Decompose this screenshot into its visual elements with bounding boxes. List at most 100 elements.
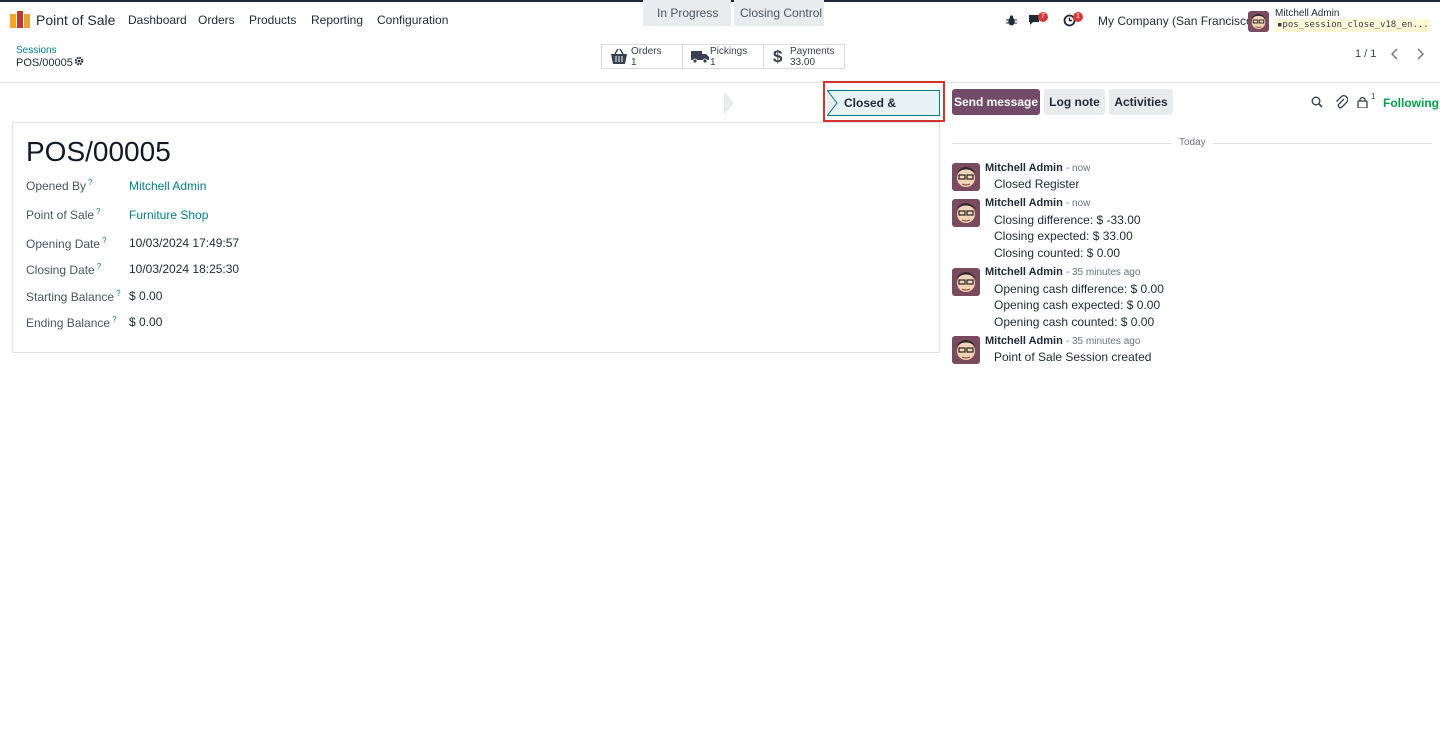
avatar-image [952, 336, 980, 364]
highlight-box [823, 81, 945, 122]
starting-balance-value: $ 0.00 [129, 289, 163, 303]
avatar-image [952, 163, 980, 191]
basket-icon [611, 48, 627, 64]
send-message-button[interactable]: Send message [952, 89, 1040, 115]
message-author[interactable]: Mitchell Admin - 35 minutes ago [985, 266, 1140, 278]
activities-button[interactable]: Activities [1109, 89, 1173, 115]
dollar-icon: $ [773, 47, 783, 66]
author-name[interactable]: Mitchell Admin [985, 335, 1063, 347]
menu-dashboard[interactable]: Dashboard [128, 13, 187, 27]
orders-smart-button[interactable]: Orders 1 [601, 44, 683, 69]
payments-amount: 33.00 [790, 57, 816, 68]
message-body-line: Opening cash counted: $ 0.00 [994, 315, 1155, 329]
form-sheet: POS/00005 Opened By? Mitchell Admin Poin… [12, 122, 940, 353]
user-name[interactable]: Mitchell Admin [1275, 8, 1339, 19]
session-title: POS/00005 [26, 136, 171, 167]
pickings-label: Pickings [710, 46, 748, 57]
log-note-button[interactable]: Log note [1044, 89, 1105, 115]
payments-label: Payments [790, 46, 835, 57]
message-avatar[interactable] [952, 163, 980, 191]
pickings-smart-button[interactable]: Pickings 1 [682, 44, 764, 69]
gear-icon[interactable] [74, 56, 84, 66]
payments-smart-button[interactable]: $ Payments 33.00 [763, 44, 845, 69]
ending-balance-label-text: Ending Balance [26, 316, 111, 330]
point-of-sale-label: Point of Sale? [26, 207, 101, 222]
starting-balance-label: Starting Balance? [26, 289, 121, 304]
point-of-sale-value[interactable]: Furniture Shop [129, 208, 208, 222]
orders-label: Orders [631, 46, 662, 57]
message-time: - 35 minutes ago [1065, 267, 1141, 278]
help-icon[interactable]: ? [116, 289, 120, 298]
message-body: Point of Sale Session created [994, 350, 1152, 364]
author-name[interactable]: Mitchell Admin [985, 197, 1063, 209]
opened-by-label: Opened By? [26, 178, 93, 193]
message-avatar[interactable] [952, 199, 980, 227]
closing-date-label-text: Closing Date [26, 263, 95, 277]
search-icon[interactable] [1311, 96, 1323, 108]
messages-badge: 7 [1038, 12, 1048, 22]
orders-count: 1 [631, 57, 637, 68]
starting-balance-label-text: Starting Balance [26, 290, 115, 304]
menu-products[interactable]: Products [249, 13, 296, 27]
opened-by-value[interactable]: Mitchell Admin [129, 179, 206, 193]
user-avatar[interactable] [1248, 11, 1269, 32]
message-body: Closed Register [994, 177, 1080, 191]
closing-date-label: Closing Date? [26, 262, 101, 277]
truck-icon [691, 51, 709, 64]
message-body-line: Closing counted: $ 0.00 [994, 246, 1121, 260]
help-icon[interactable]: ? [112, 315, 116, 324]
stage-closing-control[interactable]: Closing Control [734, 0, 824, 26]
message-author[interactable]: Mitchell Admin - now [985, 197, 1090, 209]
message-author[interactable]: Mitchell Admin - now [985, 162, 1090, 174]
stage-separator [724, 90, 736, 116]
opening-date-value: 10/03/2024 17:49:57 [129, 236, 240, 250]
breadcrumb-current: POS/00005 [16, 57, 73, 69]
pager-value[interactable]: 1 / 1 [1355, 48, 1376, 60]
date-separator: Today [1172, 137, 1213, 148]
message-avatar[interactable] [952, 336, 980, 364]
pos-app-icon[interactable] [10, 11, 30, 28]
help-icon[interactable]: ? [88, 178, 92, 187]
paperclip-icon[interactable] [1335, 95, 1348, 109]
message-time: - now [1065, 198, 1091, 209]
activities-badge: 1 [1073, 12, 1083, 22]
avatar-image [952, 199, 980, 227]
opening-date-label: Opening Date? [26, 236, 107, 251]
opening-date-label-text: Opening Date [26, 237, 101, 251]
app-name[interactable]: Point of Sale [36, 12, 115, 28]
stage-in-progress[interactable]: In Progress [643, 0, 731, 26]
help-icon[interactable]: ? [96, 207, 100, 216]
database-label: pos_session_close_v18_en... [1282, 20, 1429, 30]
avatar-image [952, 268, 980, 296]
pager-next-icon[interactable] [1410, 45, 1430, 63]
message-body-line: Closing difference: $ -33.00 [994, 213, 1141, 227]
point-of-sale-label-text: Point of Sale [26, 208, 95, 222]
message-body-line: Opening cash expected: $ 0.00 [994, 298, 1161, 312]
message-time: - 35 minutes ago [1065, 336, 1141, 347]
following-button[interactable]: Following [1383, 96, 1439, 110]
menu-configuration[interactable]: Configuration [377, 13, 448, 27]
opened-by-label-text: Opened By [26, 179, 87, 193]
help-icon[interactable]: ? [97, 262, 101, 271]
company-switcher[interactable]: My Company (San Francisco) [1098, 14, 1257, 28]
ending-balance-value: $ 0.00 [129, 315, 163, 329]
ending-balance-label: Ending Balance? [26, 315, 117, 330]
help-icon[interactable]: ? [102, 236, 106, 245]
menu-orders[interactable]: Orders [198, 13, 235, 27]
followers-count: 1 [1371, 92, 1376, 101]
control-panel: Sessions POS/00005 Orders 1 Pickings 1 $… [0, 38, 1440, 83]
message-time: - now [1065, 163, 1091, 174]
author-name[interactable]: Mitchell Admin [985, 266, 1063, 278]
pager-previous-icon[interactable] [1385, 45, 1405, 63]
pickings-count: 1 [710, 57, 716, 68]
menu-reporting[interactable]: Reporting [311, 13, 363, 27]
message-author[interactable]: Mitchell Admin - 35 minutes ago [985, 335, 1140, 347]
lock-icon[interactable] [1357, 96, 1368, 108]
message-body-line: Closing expected: $ 33.00 [994, 229, 1133, 243]
message-body-line: Opening cash difference: $ 0.00 [994, 282, 1164, 296]
debug-icon[interactable] [1006, 15, 1017, 26]
breadcrumb-sessions[interactable]: Sessions [16, 45, 57, 56]
database-name: ▪pos_session_close_v18_en... [1274, 19, 1430, 32]
message-avatar[interactable] [952, 268, 980, 296]
author-name[interactable]: Mitchell Admin [985, 162, 1063, 174]
